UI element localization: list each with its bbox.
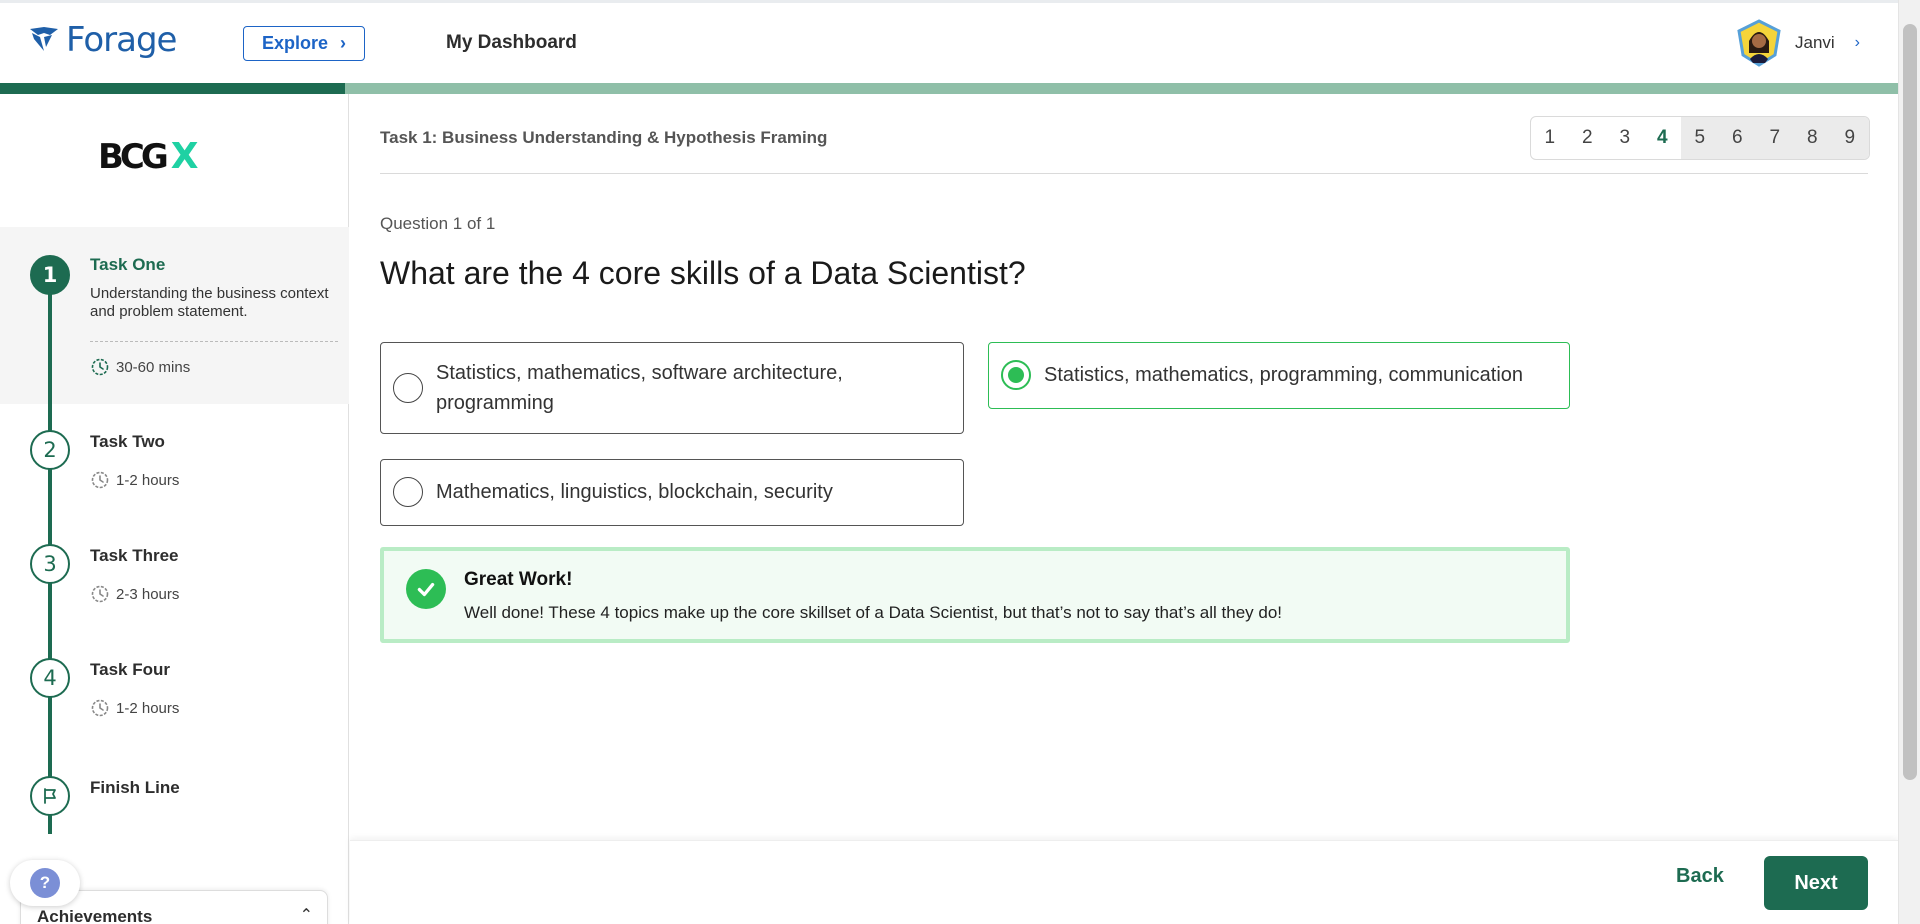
answer-option[interactable]: Statistics, mathematics, software archit… <box>380 342 964 434</box>
page-number-9[interactable]: 9 <box>1831 117 1869 159</box>
chevron-up-icon: ⌃ <box>299 907 313 924</box>
next-button[interactable]: Next <box>1764 856 1868 910</box>
task-description: Understanding the business context and p… <box>90 285 329 320</box>
task-duration: 1-2 hours <box>90 470 179 490</box>
radio-checked-dot <box>1008 367 1024 383</box>
task-duration: 1-2 hours <box>90 698 179 718</box>
chevron-right-icon: › <box>340 33 347 53</box>
sidebar-task-one[interactable]: 1 Task One Understanding the business co… <box>0 227 349 404</box>
answer-option-text: Statistics, mathematics, software archit… <box>436 362 843 414</box>
forage-logo-icon <box>30 27 58 51</box>
radio-button[interactable] <box>393 477 423 507</box>
sidebar-task-three[interactable]: 3 Task Three 2-3 hours <box>0 544 349 634</box>
task-duration-text: 2-3 hours <box>116 585 180 603</box>
task-duration: 30-60 mins <box>90 357 190 377</box>
timer-icon <box>91 358 109 376</box>
answer-option-selected[interactable]: Statistics, mathematics, programming, co… <box>988 342 1570 409</box>
page-number-7[interactable]: 7 <box>1756 117 1794 159</box>
sidebar-task-four[interactable]: 4 Task Four 1-2 hours <box>0 658 349 748</box>
task-heading: Task 1: Business Understanding & Hypothe… <box>380 128 828 147</box>
page-number-5[interactable]: 5 <box>1681 117 1719 159</box>
task-title: Task Two <box>90 432 165 451</box>
answer-option-text: Statistics, mathematics, programming, co… <box>1044 364 1524 386</box>
sidebar-task-two[interactable]: 2 Task Two 1-2 hours <box>0 430 349 520</box>
achievements-label: Achievements <box>37 907 153 924</box>
scrollbar-thumb[interactable] <box>1903 24 1917 780</box>
page-number-1[interactable]: 1 <box>1531 117 1569 159</box>
task-number-badge: 1 <box>30 255 70 295</box>
avatar <box>1735 19 1783 67</box>
page-number-4[interactable]: 4 <box>1644 117 1682 159</box>
task-title: Task Three <box>90 546 179 565</box>
question-counter: Question 1 of 1 <box>380 214 496 233</box>
forage-logo[interactable]: Forage <box>28 20 177 60</box>
flag-icon <box>44 788 56 804</box>
task-duration-text: 1-2 hours <box>116 699 180 717</box>
question-text: What are the 4 core skills of a Data Sci… <box>380 255 1026 291</box>
help-icon: ? <box>30 868 60 898</box>
task-duration-text: 1-2 hours <box>116 471 180 489</box>
feedback-title: Great Work! <box>464 569 573 590</box>
check-circle-icon <box>406 569 446 609</box>
page-number-2[interactable]: 2 <box>1569 117 1607 159</box>
feedback-body: Well done! These 4 topics make up the co… <box>464 603 1283 622</box>
task-sidebar: BCG X 1 Task One Understanding the busin… <box>0 94 349 924</box>
header-divider <box>380 173 1868 174</box>
task-title: Task Four <box>90 660 170 679</box>
page-number-8[interactable]: 8 <box>1793 117 1831 159</box>
explore-label: Explore <box>261 33 329 53</box>
step-pagination: 123456789 <box>1530 116 1870 160</box>
task-duration: 2-3 hours <box>90 584 179 604</box>
task-number-badge: 3 <box>30 544 70 584</box>
task-number-badge: 4 <box>30 658 70 698</box>
page-number-6[interactable]: 6 <box>1718 117 1756 159</box>
task-duration-text: 30-60 mins <box>116 358 191 376</box>
page-scrollbar[interactable] <box>1898 0 1920 924</box>
avatar-image <box>1737 19 1781 67</box>
answer-option-text: Mathematics, linguistics, blockchain, se… <box>436 481 833 503</box>
task-content: Task 1: Business Understanding & Hypothe… <box>350 94 1898 924</box>
radio-button-checked[interactable] <box>1001 360 1031 390</box>
company-logo-main: BCG <box>98 136 169 177</box>
page-number-3[interactable]: 3 <box>1606 117 1644 159</box>
radio-button[interactable] <box>393 373 423 403</box>
back-button[interactable]: Back <box>1676 865 1724 888</box>
finish-line-badge <box>30 776 70 816</box>
sidebar-finish-line[interactable]: Finish Line <box>0 776 349 826</box>
task-title: Task One <box>90 255 166 274</box>
explore-button[interactable]: Explore › <box>243 26 365 61</box>
user-name: Janvi <box>1794 33 1835 52</box>
timer-icon <box>91 699 109 717</box>
user-menu[interactable]: Janvi › <box>1735 19 1860 67</box>
navigation-footer: Back Next <box>350 840 1898 924</box>
chevron-right-icon: › <box>1854 34 1860 51</box>
timer-icon <box>91 471 109 489</box>
help-button[interactable]: ? <box>10 860 80 906</box>
company-logo: BCG X <box>98 136 199 177</box>
course-progress-fill <box>0 83 346 94</box>
forage-logo-text: Forage <box>66 20 177 60</box>
my-dashboard-link[interactable]: My Dashboard <box>446 32 577 54</box>
task-title: Finish Line <box>90 778 180 797</box>
top-header: Forage Explore › My Dashboard Janvi › <box>0 0 1898 83</box>
company-logo-accent: X <box>170 136 199 177</box>
task-divider <box>90 341 338 342</box>
answer-option[interactable]: Mathematics, linguistics, blockchain, se… <box>380 459 964 526</box>
answer-feedback: Great Work! Well done! These 4 topics ma… <box>380 547 1570 643</box>
task-number-badge: 2 <box>30 430 70 470</box>
course-progress-bar <box>0 83 1898 94</box>
timer-icon <box>91 585 109 603</box>
